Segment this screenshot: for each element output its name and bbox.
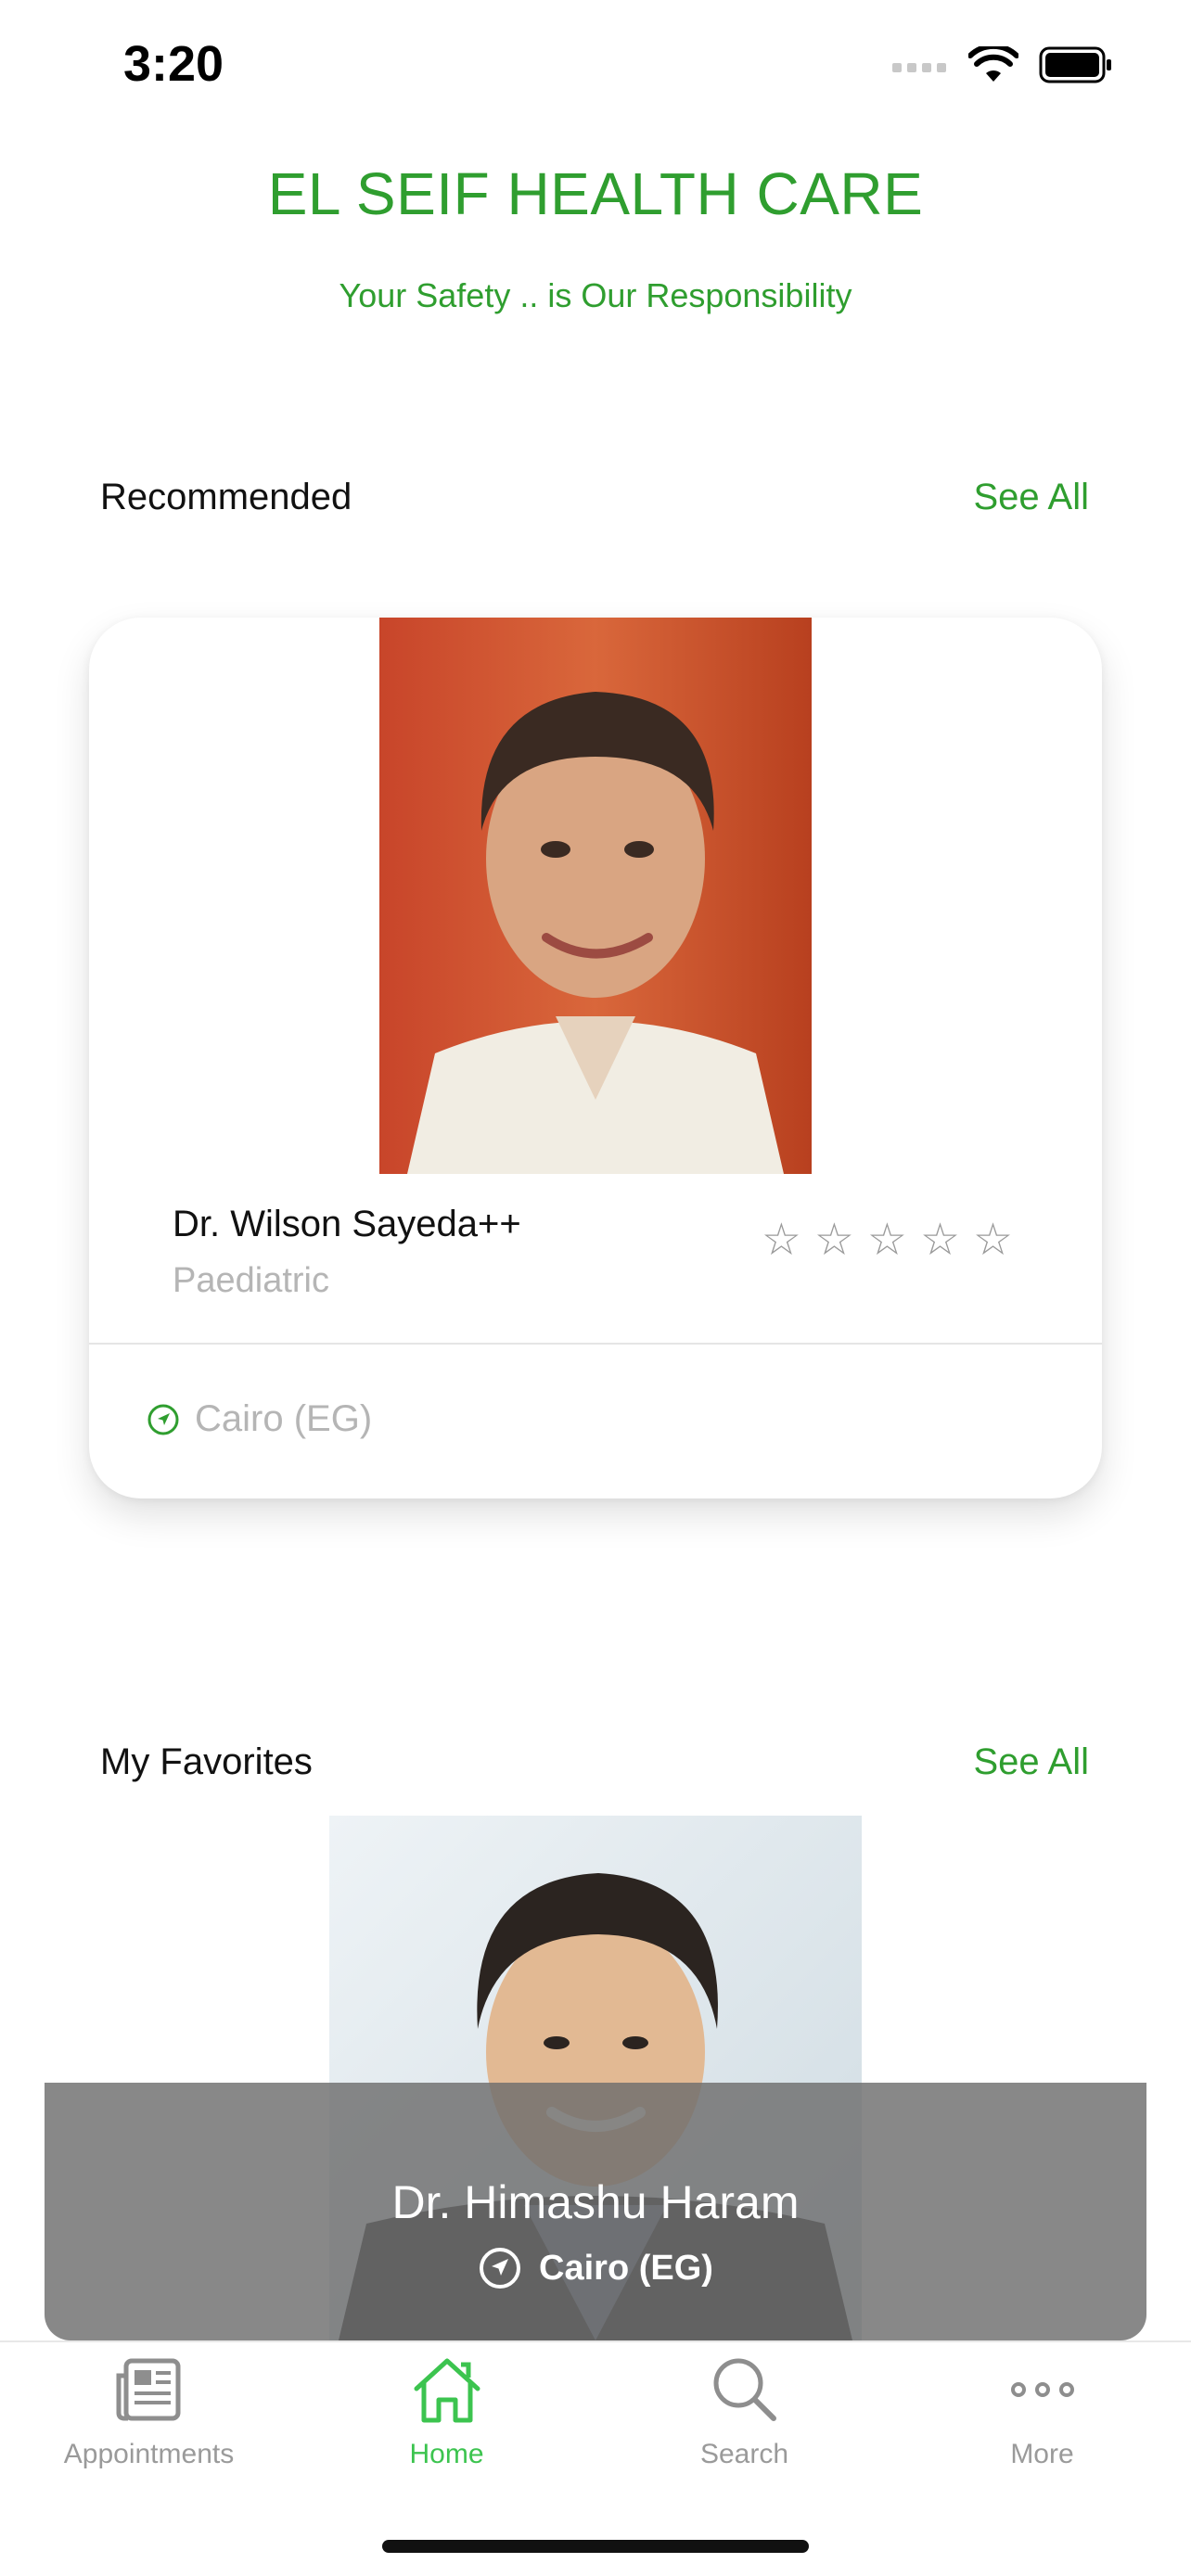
tab-search-label: Search: [699, 2439, 789, 2469]
status-icons: [892, 46, 1113, 83]
favorite-doctor-location: Cairo (EG): [45, 2246, 1146, 2290]
tab-search[interactable]: Search: [596, 2342, 893, 2500]
tab-appointments[interactable]: Appointments: [0, 2342, 298, 2500]
cellular-signal-icon: [892, 63, 946, 72]
doctor-photo: [379, 618, 812, 1174]
doctor-location-text: Cairo (EG): [195, 1398, 373, 1439]
star-icon[interactable]: ☆: [973, 1218, 1013, 1263]
favorite-doctor-overlay[interactable]: Dr. Himashu Haram Cairo (EG): [45, 2083, 1146, 2340]
recommended-doctor-card[interactable]: Dr. Wilson Sayeda++ Paediatric ☆ ☆ ☆ ☆ ☆…: [89, 618, 1102, 1498]
doctor-location: Cairo (EG): [147, 1398, 372, 1440]
battery-icon: [1039, 46, 1111, 83]
tab-more-label: More: [1010, 2439, 1074, 2469]
more-dots-icon: [1010, 2382, 1074, 2397]
location-arrow-icon: [147, 1404, 179, 1435]
doctor-specialty: Paediatric: [173, 1261, 329, 1300]
home-indicator: [382, 2540, 809, 2553]
star-icon[interactable]: ☆: [867, 1218, 907, 1263]
wifi-icon: [968, 46, 1018, 82]
app-brand-title: EL SEIF HEALTH CARE: [267, 160, 924, 227]
card-divider: [89, 1343, 1102, 1345]
newspaper-icon: [116, 2358, 180, 2421]
rating-stars: ☆ ☆ ☆ ☆ ☆: [762, 1218, 1013, 1263]
app-tagline: Your Safety .. is Our Responsibility: [339, 276, 852, 314]
recommended-section-title: Recommended: [100, 477, 352, 517]
favorites-section-title: My Favorites: [100, 1741, 313, 1782]
tab-home[interactable]: Home: [298, 2342, 596, 2500]
recommended-see-all-link[interactable]: See All: [973, 477, 1089, 518]
tab-home-label: Home: [409, 2439, 484, 2469]
home-icon: [414, 2358, 480, 2423]
search-icon: [713, 2358, 776, 2421]
star-icon[interactable]: ☆: [920, 1218, 960, 1263]
tab-appointments-label: Appointments: [63, 2439, 235, 2469]
favorites-see-all-link[interactable]: See All: [973, 1741, 1089, 1783]
favorite-doctor-location-text: Cairo (EG): [539, 2248, 713, 2288]
doctor-name: Dr. Wilson Sayeda++: [173, 1204, 521, 1244]
favorite-doctor-name: Dr. Himashu Haram: [391, 2176, 800, 2228]
star-icon[interactable]: ☆: [762, 1218, 801, 1263]
status-time: 3:20: [123, 36, 224, 92]
app-screen: 3:20 EL SEIF HEALTH CARE Your Safety .. …: [0, 0, 1191, 2576]
star-icon[interactable]: ☆: [814, 1218, 854, 1263]
location-arrow-icon: [480, 2248, 521, 2289]
tab-more[interactable]: More: [893, 2342, 1191, 2500]
